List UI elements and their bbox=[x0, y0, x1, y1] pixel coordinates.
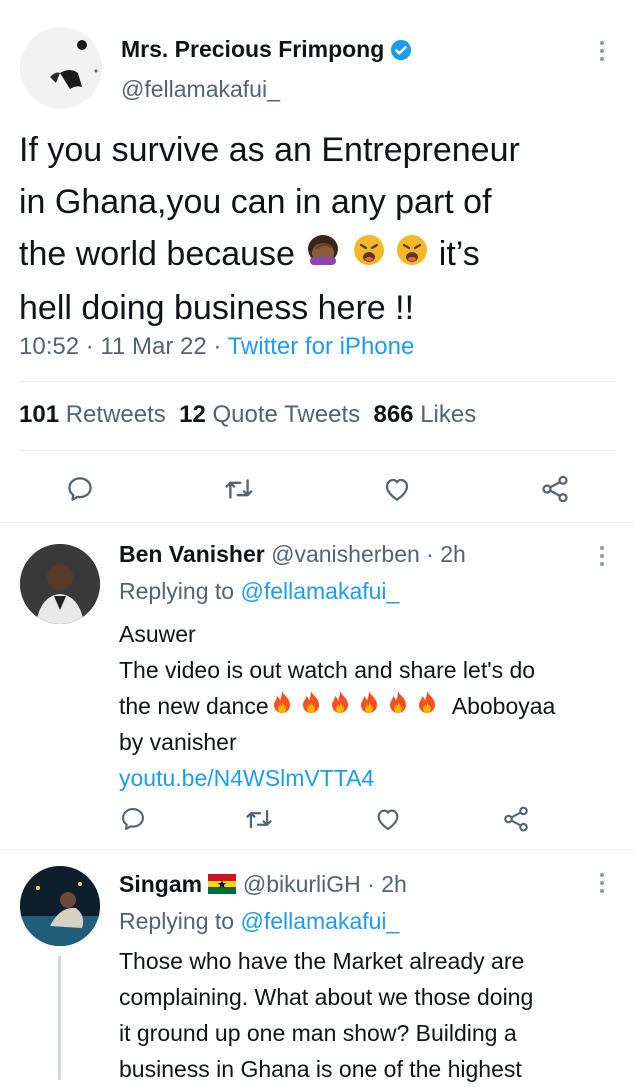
tweet-stats: 101 Retweets 12 Quote Tweets 866 Likes bbox=[19, 400, 476, 430]
weary-face-emoji-icon bbox=[395, 230, 429, 282]
tweet-time[interactable]: 10:52 bbox=[19, 333, 79, 360]
mention-link[interactable]: @fellamakafui_ bbox=[240, 578, 399, 604]
mention-link[interactable]: @fellamakafui_ bbox=[240, 908, 399, 934]
more-options-icon[interactable] bbox=[598, 545, 606, 567]
share-icon[interactable] bbox=[501, 804, 531, 834]
video-link[interactable]: youtu.be/N4WSlmVTTA4 bbox=[119, 760, 619, 796]
avatar[interactable] bbox=[20, 27, 102, 109]
tweet-text: If you survive as an Entrepreneur in Gha… bbox=[19, 131, 520, 327]
thread-line bbox=[58, 956, 61, 1080]
more-options-icon[interactable] bbox=[598, 40, 606, 62]
reply-text: Those who have the Market already are co… bbox=[119, 948, 534, 1082]
retweets-stat[interactable]: 101 Retweets bbox=[19, 401, 166, 428]
ghana-flag-icon bbox=[208, 871, 237, 897]
tweet-age[interactable]: 2h bbox=[381, 871, 407, 897]
reply-icon[interactable] bbox=[119, 805, 147, 833]
like-heart-icon[interactable] bbox=[374, 805, 402, 833]
replying-to: Replying to @fellamakafui_ bbox=[119, 908, 400, 934]
more-options-icon[interactable] bbox=[598, 872, 606, 894]
tweet-source-link[interactable]: Twitter for iPhone bbox=[228, 333, 415, 360]
author-name[interactable]: Singam bbox=[119, 871, 202, 897]
facepalm-emoji-icon bbox=[304, 230, 342, 282]
tweet-age[interactable]: 2h bbox=[440, 541, 466, 567]
replying-to: Replying to @fellamakafui_ bbox=[119, 578, 400, 604]
fire-emoji-icon bbox=[273, 691, 435, 713]
retweet-icon[interactable] bbox=[244, 805, 274, 833]
divider bbox=[19, 450, 615, 451]
like-heart-icon[interactable] bbox=[382, 474, 412, 504]
avatar-person-icon bbox=[20, 544, 100, 624]
author-handle[interactable]: @bikurliGH bbox=[243, 871, 361, 897]
weary-face-emoji-icon bbox=[352, 230, 386, 282]
reply-tweet[interactable]: Ben Vanisher @vanisherben · 2h Replying … bbox=[0, 523, 634, 849]
divider bbox=[19, 381, 615, 382]
reply-tweet[interactable]: Singam @bikurliGH · 2h Replying to @fell… bbox=[0, 850, 634, 1082]
author-handle[interactable]: @vanisherben bbox=[271, 541, 420, 567]
reply-header: Singam @bikurliGH · 2h bbox=[119, 871, 407, 897]
reply-icon[interactable] bbox=[65, 474, 95, 504]
avatar-figure-icon bbox=[50, 40, 98, 89]
author-handle[interactable]: @fellamakafui_ bbox=[121, 75, 280, 103]
reply-header: Ben Vanisher @vanisherben · 2h bbox=[119, 541, 466, 567]
tweet-meta: 10:52 · 11 Mar 22 · Twitter for iPhone bbox=[19, 333, 415, 360]
quote-tweets-stat[interactable]: 12 Quote Tweets bbox=[179, 401, 360, 428]
share-icon[interactable] bbox=[539, 473, 571, 505]
reply-text: Asuwer The video is out watch and share … bbox=[119, 616, 619, 796]
fire-emoji-group bbox=[269, 691, 447, 719]
verified-badge-icon bbox=[390, 39, 412, 67]
likes-stat[interactable]: 866 Likes bbox=[373, 401, 476, 428]
tweet-date[interactable]: 11 Mar 22 bbox=[100, 333, 206, 360]
avatar-person-icon bbox=[20, 866, 100, 946]
retweet-icon[interactable] bbox=[223, 474, 255, 504]
author-name[interactable]: Mrs. Precious Frimpong bbox=[121, 35, 412, 67]
avatar[interactable] bbox=[20, 544, 100, 624]
avatar[interactable] bbox=[20, 866, 100, 946]
author-name[interactable]: Ben Vanisher bbox=[119, 541, 265, 567]
